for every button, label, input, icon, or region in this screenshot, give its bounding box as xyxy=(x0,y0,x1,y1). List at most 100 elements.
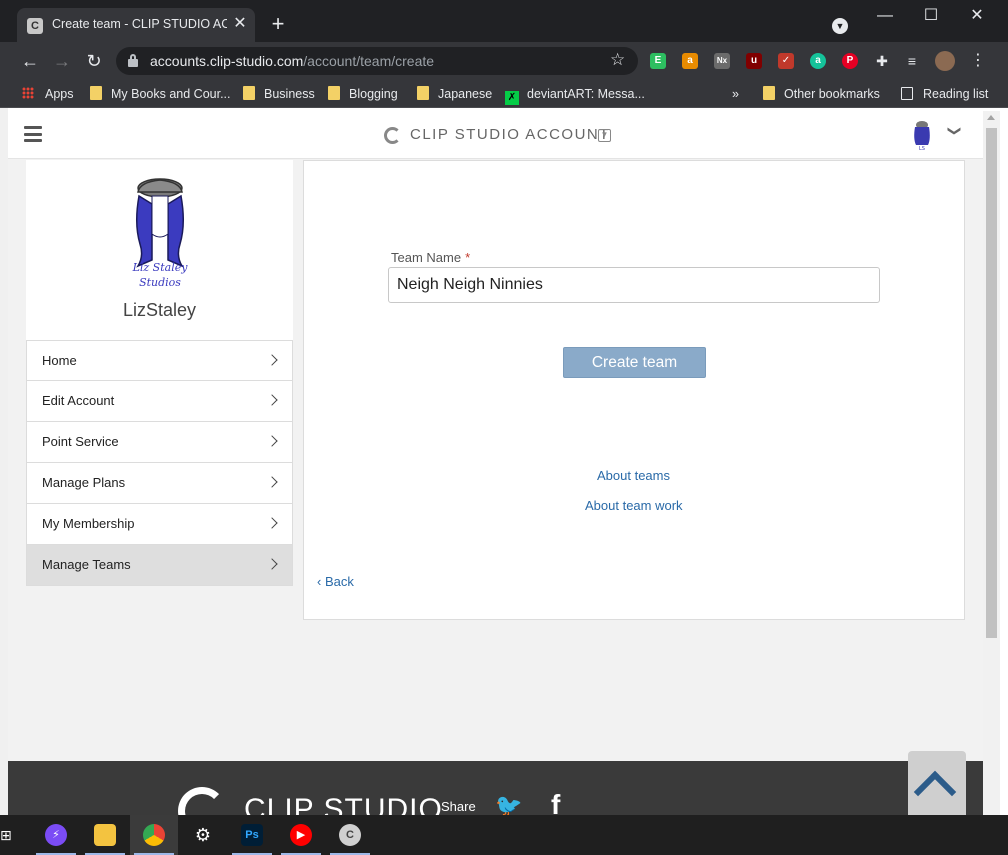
nx-icon[interactable]: Nx xyxy=(714,53,730,69)
taskbar-youtube-music[interactable]: ▶ xyxy=(277,815,325,855)
create-team-panel: Team Name* Create team About teams About… xyxy=(303,160,965,620)
caret-down-icon[interactable]: ▼ xyxy=(598,129,611,142)
evernote-icon[interactable]: E xyxy=(650,53,666,69)
chevron-right-icon xyxy=(266,476,278,488)
folder-icon xyxy=(90,86,102,100)
chevron-right-icon xyxy=(266,517,278,529)
page-left-edge xyxy=(0,108,8,815)
brand-title: CLIP STUDIO ACCOUNT xyxy=(410,126,610,143)
folder-icon xyxy=(417,86,429,100)
browser-titlebar: C Create team - CLIP STUDIO ACCO ✕ + ▼ —… xyxy=(0,0,1008,42)
bookmark-star-icon[interactable]: ☆ xyxy=(610,50,625,70)
reload-icon[interactable]: ↻ xyxy=(82,49,106,73)
taskbar-clip-studio[interactable]: C xyxy=(326,815,374,855)
amazon-icon[interactable]: a xyxy=(682,53,698,69)
menu-item-manage-teams[interactable]: Manage Teams xyxy=(26,545,293,586)
bookmark-folder[interactable]: My Books and Cour... xyxy=(90,85,231,103)
twitter-icon[interactable]: 🐦 xyxy=(495,793,522,815)
minimize-button[interactable]: — xyxy=(870,5,900,27)
scroll-thumb[interactable] xyxy=(986,128,997,638)
bookmark-folder[interactable]: Business xyxy=(243,85,315,103)
ublock-icon[interactable]: u xyxy=(746,53,762,69)
footer-brand: CLIP STUDIO xyxy=(244,793,443,815)
clip-studio-favicon-icon: C xyxy=(27,18,43,34)
messenger-icon: ⚡ xyxy=(45,824,67,846)
taskbar-messenger[interactable]: ⚡ xyxy=(32,815,80,855)
hamburger-menu-icon[interactable] xyxy=(24,126,42,142)
scroll-to-top-button[interactable] xyxy=(908,751,966,815)
bookmark-other[interactable]: Other bookmarks xyxy=(763,85,880,103)
browser-tab[interactable]: C Create team - CLIP STUDIO ACCO ✕ xyxy=(17,8,255,42)
username: LizStaley xyxy=(122,300,197,320)
chevron-right-icon xyxy=(266,394,278,406)
taskbar-photoshop[interactable]: Ps xyxy=(228,815,276,855)
grammarly-icon[interactable]: a xyxy=(810,53,826,69)
pinterest-icon[interactable]: P xyxy=(842,53,858,69)
team-name-input[interactable] xyxy=(388,267,880,303)
bookmark-deviantart[interactable]: ✗ deviantART: Messa... xyxy=(505,85,645,105)
menu-item-manage-plans[interactable]: Manage Plans xyxy=(26,463,293,504)
back-link[interactable]: ‹ Back xyxy=(317,574,354,589)
bookmarks-bar: Apps My Books and Cour... Business Blogg… xyxy=(0,80,1008,108)
folder-icon xyxy=(328,86,340,100)
svg-text:LS: LS xyxy=(919,146,925,152)
clip-studio-icon: C xyxy=(339,824,361,846)
bookmarks-overflow-button[interactable]: » xyxy=(732,85,739,103)
chevron-right-icon xyxy=(266,558,278,570)
reading-list-button[interactable]: Reading list xyxy=(901,85,988,103)
tab-search-icon[interactable]: ▼ xyxy=(832,18,848,34)
svg-text:Studios: Studios xyxy=(139,276,181,289)
forward-arrow-icon[interactable]: → xyxy=(50,49,74,73)
chrome-icon xyxy=(143,824,165,846)
folder-icon xyxy=(763,86,775,100)
media-control-icon[interactable]: ≡ xyxy=(904,53,920,69)
share-label: Share xyxy=(441,799,476,814)
facebook-icon[interactable]: f xyxy=(551,789,560,815)
extensions-puzzle-icon[interactable]: ✚ xyxy=(874,53,890,69)
scroll-up-arrow-icon[interactable] xyxy=(987,115,995,120)
chevron-right-icon xyxy=(266,354,278,366)
tab-close-icon[interactable]: ✕ xyxy=(232,14,248,34)
tab-title: Create team - CLIP STUDIO ACCO xyxy=(52,17,227,31)
chrome-menu-icon[interactable]: ⋮ xyxy=(970,50,986,72)
maximize-button[interactable]: ☐ xyxy=(916,5,946,27)
user-avatar[interactable]: LS xyxy=(911,119,933,153)
chevron-right-icon xyxy=(266,435,278,447)
profile-avatar-icon[interactable] xyxy=(935,51,955,71)
url-host: accounts.clip-studio.com xyxy=(150,53,304,69)
window-close-button[interactable]: ✕ xyxy=(962,5,992,27)
web-page: CLIP STUDIO ACCOUNT ▼ LS ❯ Liz Staley St… xyxy=(8,111,983,815)
taskbar-settings[interactable]: ⚙ xyxy=(179,815,227,855)
puzzle-checker-icon[interactable]: ✓ xyxy=(778,53,794,69)
deviantart-icon: ✗ xyxy=(505,91,519,105)
about-team-work-link[interactable]: About team work xyxy=(585,498,683,513)
page-scrollbar[interactable] xyxy=(983,111,1000,815)
about-teams-link[interactable]: About teams xyxy=(597,468,670,483)
back-arrow-icon[interactable]: ← xyxy=(18,49,42,73)
address-bar[interactable]: accounts.clip-studio.com/account/team/cr… xyxy=(116,47,638,75)
lock-icon[interactable] xyxy=(128,54,138,67)
reading-list-icon xyxy=(901,87,913,100)
bookmark-folder[interactable]: Blogging xyxy=(328,85,398,103)
folder-icon xyxy=(243,86,255,100)
bookmark-folder[interactable]: Japanese xyxy=(417,85,492,103)
menu-item-home[interactable]: Home xyxy=(26,340,293,381)
svg-text:Liz Staley: Liz Staley xyxy=(132,261,189,274)
required-mark: * xyxy=(465,250,471,265)
taskbar-file-explorer[interactable] xyxy=(81,815,129,855)
task-view-icon[interactable]: ⊞ xyxy=(0,827,14,843)
photoshop-icon: Ps xyxy=(241,824,263,846)
windows-taskbar: ⊞ ⚡ ⚙ Ps ▶ C xyxy=(0,815,1008,855)
url-text[interactable]: accounts.clip-studio.com/account/team/cr… xyxy=(150,53,434,69)
user-menu-chevron-icon[interactable]: ❯ xyxy=(946,126,962,137)
taskbar-chrome[interactable] xyxy=(130,815,178,855)
menu-item-my-membership[interactable]: My Membership xyxy=(26,504,293,545)
menu-item-point-service[interactable]: Point Service xyxy=(26,422,293,463)
folder-icon xyxy=(94,824,116,846)
create-team-button[interactable]: Create team xyxy=(563,347,706,378)
new-tab-button[interactable]: + xyxy=(266,12,290,36)
bookmark-apps[interactable]: Apps xyxy=(22,85,74,103)
menu-item-edit-account[interactable]: Edit Account xyxy=(26,381,293,422)
apps-grid-icon xyxy=(22,87,34,99)
team-name-label: Team Name * xyxy=(391,250,471,265)
